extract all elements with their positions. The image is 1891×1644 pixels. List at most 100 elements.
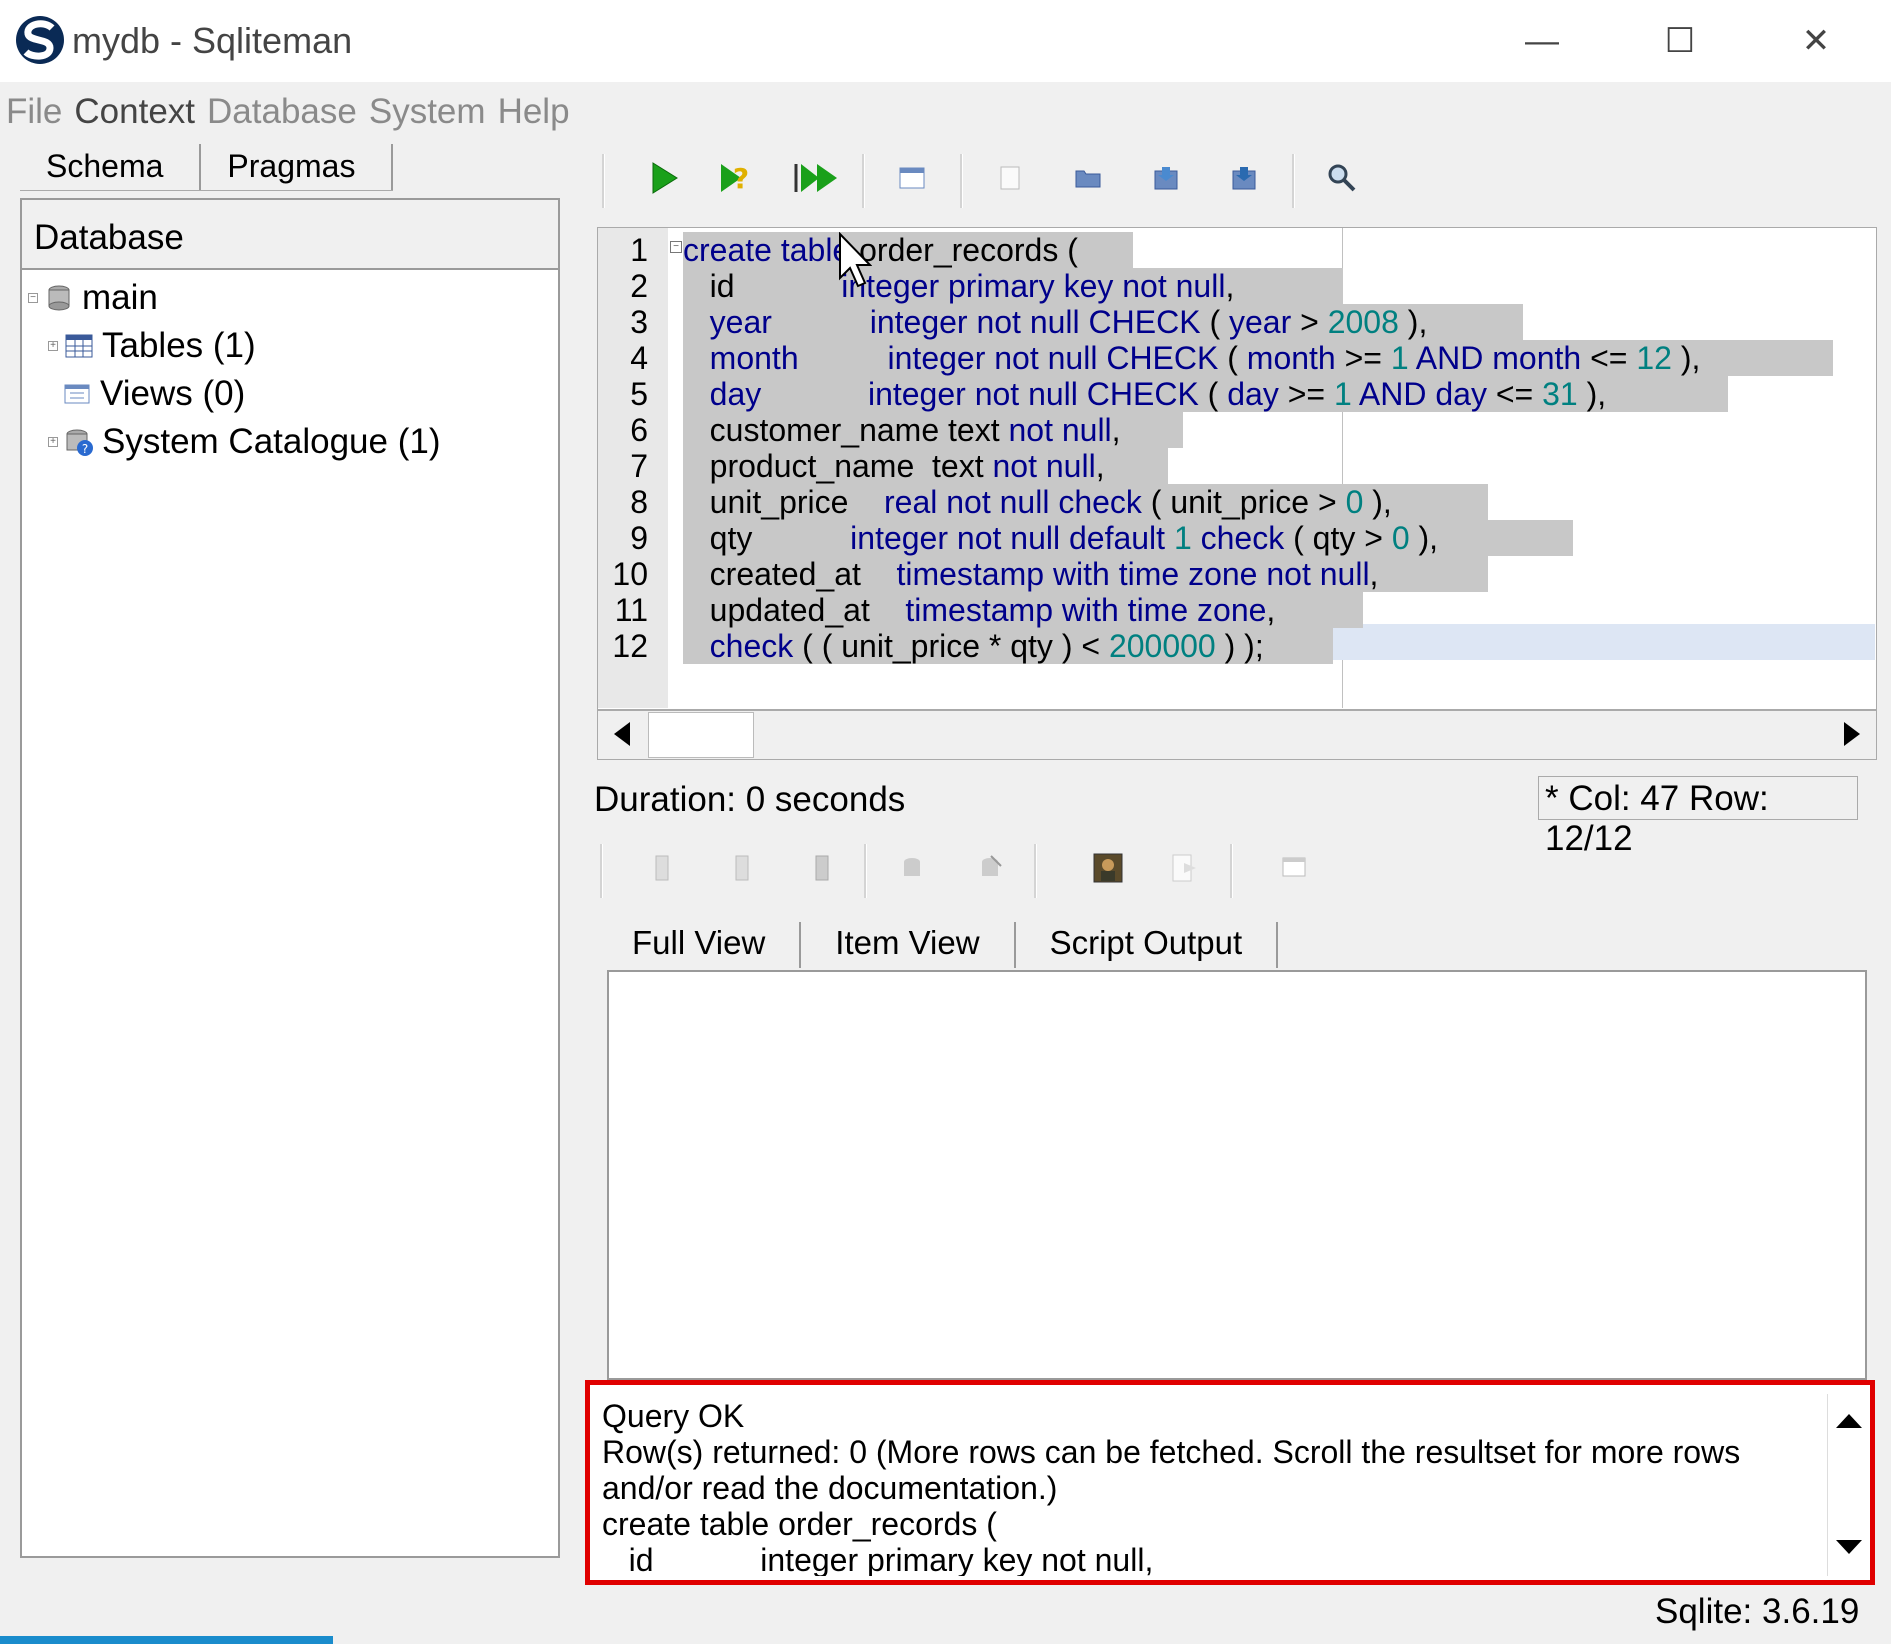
scroll-down-icon[interactable] <box>1834 1538 1864 1561</box>
menu-help[interactable]: Help <box>498 92 570 132</box>
code-token: month <box>683 340 888 376</box>
code-token: year <box>1228 304 1292 340</box>
save-file-icon[interactable] <box>1146 158 1186 198</box>
tree-label-main: main <box>82 278 158 317</box>
expand-icon[interactable]: + <box>48 341 58 351</box>
horizontal-scrollbar[interactable] <box>597 710 1877 760</box>
tree-label-tables: Tables (1) <box>102 326 256 365</box>
menu-system[interactable]: System <box>369 92 486 132</box>
database-icon <box>48 285 70 311</box>
code-token: 0 <box>1345 484 1364 520</box>
result-tab-bar: Full View Item View Script Output <box>598 922 1279 968</box>
script-output-text[interactable]: Query OK Row(s) returned: 0 (More rows c… <box>602 1398 1812 1576</box>
svg-text:?: ? <box>82 442 88 456</box>
script-action-icon[interactable] <box>1276 848 1316 888</box>
explain-sql-icon[interactable]: ? <box>716 158 756 198</box>
database-header: Database <box>22 200 558 270</box>
code-token: not null <box>1008 412 1112 448</box>
tab-schema[interactable]: Schema <box>20 144 202 190</box>
mouse-cursor-icon <box>839 232 872 288</box>
create-view-icon[interactable] <box>892 158 932 198</box>
menu-context[interactable]: Context <box>74 92 195 132</box>
collapse-icon[interactable]: − <box>28 293 38 303</box>
minimize-button[interactable]: — <box>1512 16 1572 66</box>
sqlite-version: Sqlite: 3.6.19 <box>1655 1592 1860 1631</box>
line-number: 11 <box>614 592 648 628</box>
code-token: , <box>1095 448 1105 484</box>
delete-row-icon[interactable] <box>802 848 842 888</box>
open-file-icon[interactable] <box>1068 158 1108 198</box>
code-token: ( <box>1200 304 1229 340</box>
fold-marker-icon[interactable]: − <box>670 241 682 253</box>
scroll-left-icon[interactable] <box>612 720 632 753</box>
blob-preview-icon[interactable] <box>1088 848 1128 888</box>
code-token: month <box>1246 340 1336 376</box>
insert-row-icon[interactable] <box>642 848 682 888</box>
new-file-icon[interactable] <box>990 158 1030 198</box>
tree-item-system-catalogue[interactable]: + ? System Catalogue (1) <box>48 422 440 462</box>
expand-icon[interactable]: + <box>48 437 58 447</box>
commit-icon[interactable] <box>892 848 932 888</box>
tab-item-view[interactable]: Item View <box>801 922 1016 968</box>
run-script-icon[interactable] <box>792 158 842 198</box>
tree-item-main[interactable]: − main <box>28 278 158 318</box>
code-line: day integer not null CHECK ( day >= 1 AN… <box>683 376 1606 413</box>
code-token: AND month <box>1415 340 1582 376</box>
current-line-highlight <box>1325 624 1875 660</box>
code-token: check <box>1200 520 1285 556</box>
code-token: check <box>709 628 794 664</box>
code-line: product_name text not null, <box>683 448 1105 485</box>
code-token: >= <box>1278 376 1334 412</box>
line-number: 8 <box>630 484 648 520</box>
code-token: ), <box>1577 376 1607 412</box>
code-token: timestamp with time zone <box>905 592 1267 628</box>
code-line: created_at timestamp with time zone not … <box>683 556 1379 593</box>
code-token: ), <box>1671 340 1701 376</box>
line-number: 3 <box>630 304 648 340</box>
tab-pragmas[interactable]: Pragmas <box>201 144 394 190</box>
scroll-up-icon[interactable] <box>1834 1412 1864 1435</box>
system-catalogue-icon: ? <box>66 429 93 456</box>
code-line: month integer not null CHECK ( month >= … <box>683 340 1701 377</box>
save-as-icon[interactable] <box>1224 158 1264 198</box>
tree-item-tables[interactable]: + Tables (1) <box>48 326 256 366</box>
tree-label-views: Views (0) <box>100 374 246 413</box>
code-token: order_records ( <box>850 232 1078 268</box>
code-token: ), <box>1363 484 1392 520</box>
close-button[interactable]: ✕ <box>1786 16 1846 66</box>
maximize-button[interactable]: ☐ <box>1650 16 1710 66</box>
rollback-icon[interactable] <box>970 848 1010 888</box>
svg-text:?: ? <box>733 162 749 195</box>
code-token: updated_at <box>683 592 906 628</box>
code-token: integer not null CHECK <box>867 376 1199 412</box>
editor-toolbar: ? <box>600 140 1891 220</box>
line-number: 1 <box>630 232 648 268</box>
menu-database[interactable]: Database <box>207 92 357 132</box>
result-grid[interactable] <box>607 970 1867 1380</box>
code-token: ( <box>1218 340 1247 376</box>
line-number: 9 <box>630 520 648 556</box>
code-token: <= <box>1581 340 1637 376</box>
code-line: customer_name text not null, <box>683 412 1121 449</box>
code-token: id <box>683 268 842 304</box>
code-token: 1 <box>1333 376 1352 412</box>
run-sql-icon[interactable] <box>644 158 684 198</box>
code-token: integer not null CHECK <box>887 340 1219 376</box>
search-icon[interactable] <box>1322 158 1362 198</box>
tab-script-output[interactable]: Script Output <box>1016 922 1279 968</box>
code-line: updated_at timestamp with time zone, <box>683 592 1276 629</box>
menu-file[interactable]: File <box>6 92 62 132</box>
code-token: , <box>1225 268 1235 304</box>
duplicate-row-icon[interactable] <box>722 848 762 888</box>
tab-full-view[interactable]: Full View <box>598 922 802 968</box>
scrollbar-thumb[interactable] <box>648 712 754 758</box>
code-token: <= <box>1486 376 1543 412</box>
scroll-right-icon[interactable] <box>1842 720 1862 753</box>
window-title: mydb - Sqliteman <box>72 20 353 61</box>
export-icon[interactable] <box>1164 848 1204 888</box>
tree-item-views[interactable]: Views (0) <box>62 374 245 414</box>
code-line: id integer primary key not null, <box>683 268 1235 305</box>
code-token: not null <box>992 448 1096 484</box>
sqliteman-logo-icon <box>16 16 64 64</box>
